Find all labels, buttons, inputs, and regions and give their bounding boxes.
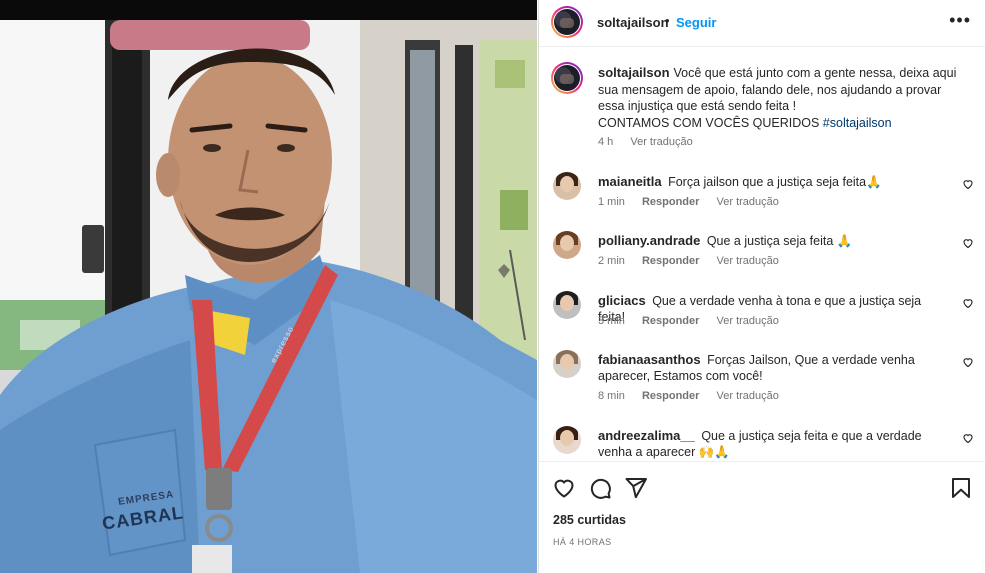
comment-username[interactable]: fabianaasanthos <box>598 352 701 367</box>
comment-icon[interactable] <box>588 476 612 500</box>
reply-button[interactable]: Responder <box>642 255 699 267</box>
separator-dot: • <box>665 13 670 28</box>
translate-link[interactable]: Ver tradução <box>717 196 779 208</box>
comment-time: 8 min <box>598 390 625 402</box>
caption-avatar[interactable] <box>551 62 583 94</box>
comment-text: Que a justiça seja feita 🙏 <box>706 234 853 248</box>
caption-time: 4 h <box>598 136 614 148</box>
like-heart-icon[interactable] <box>552 476 576 500</box>
caption-username[interactable]: soltajailson <box>598 65 670 80</box>
comment-meta: 1 min Responder Ver tradução <box>598 196 793 208</box>
commenter-avatar[interactable] <box>553 291 581 319</box>
comment-body: fabianaasanthos Forças Jailson, Que a ve… <box>598 352 950 384</box>
share-icon[interactable] <box>624 476 648 500</box>
comment-meta: 8 min Responder Ver tradução <box>598 390 793 402</box>
comment-username[interactable]: andreezalima__ <box>598 428 695 443</box>
post-header: soltajailson • Seguir ••• <box>539 0 985 47</box>
commenter-avatar[interactable] <box>553 350 581 378</box>
reply-button[interactable]: Responder <box>642 390 699 402</box>
comment-username[interactable]: maianeitla <box>598 174 662 189</box>
comment-text: Força jailson que a justiça seja feita🙏 <box>668 175 882 189</box>
heart-icon[interactable] <box>962 432 974 444</box>
post-actions: 285 curtidas HÁ 4 HORAS <box>539 461 985 573</box>
caption-meta: 4 h Ver tradução <box>598 136 707 148</box>
header-username[interactable]: soltajailson <box>597 15 669 30</box>
hashtag-link[interactable]: #soltajailson <box>823 116 892 130</box>
caption-translate-link[interactable]: Ver tradução <box>630 136 692 148</box>
reply-button[interactable]: Responder <box>642 196 699 208</box>
comment-body: andreezalima__ Que a justiça seja feita … <box>598 428 950 460</box>
likes-count[interactable]: 285 curtidas <box>553 513 626 527</box>
heart-icon[interactable] <box>962 297 974 309</box>
heart-icon[interactable] <box>962 356 974 368</box>
more-options-icon[interactable]: ••• <box>949 10 971 31</box>
commenter-avatar[interactable] <box>553 231 581 259</box>
comment-time: 3 min <box>598 315 625 327</box>
comment-time: 1 min <box>598 196 625 208</box>
instagram-post-window: EMPRESA CABRAL expresso soltajailson • S… <box>0 0 985 573</box>
reply-button[interactable]: Responder <box>642 315 699 327</box>
translate-link[interactable]: Ver tradução <box>717 315 779 327</box>
comment-meta: 2 min Responder Ver tradução <box>598 255 793 267</box>
commenter-avatar[interactable] <box>553 426 581 454</box>
comment-time: 2 min <box>598 255 625 267</box>
comment-username[interactable]: polliany.andrade <box>598 233 700 248</box>
comment-meta: 3 min Responder Ver tradução <box>598 315 793 327</box>
heart-icon[interactable] <box>962 237 974 249</box>
post-caption: soltajailson Você que está junto com a ge… <box>598 65 958 131</box>
profile-avatar[interactable] <box>551 6 583 38</box>
comments-list[interactable]: soltajailson Você que está junto com a ge… <box>539 48 985 461</box>
post-photo[interactable]: EMPRESA CABRAL expresso <box>0 0 537 573</box>
comment-username[interactable]: gliciacs <box>598 293 646 308</box>
translate-link[interactable]: Ver tradução <box>717 390 779 402</box>
post-sidebar: soltajailson • Seguir ••• soltajailson Vo… <box>538 0 985 573</box>
commenter-avatar[interactable] <box>553 172 581 200</box>
photo-illustration <box>0 0 537 573</box>
comment-body: maianeitla Força jailson que a justiça s… <box>598 174 950 190</box>
follow-button[interactable]: Seguir <box>676 15 716 30</box>
translate-link[interactable]: Ver tradução <box>717 255 779 267</box>
post-timestamp: HÁ 4 HORAS <box>553 537 612 547</box>
comment-body: polliany.andrade Que a justiça seja feit… <box>598 233 950 249</box>
heart-icon[interactable] <box>962 178 974 190</box>
bookmark-icon[interactable] <box>949 476 973 500</box>
caption-text-2: CONTAMOS COM VOCÊS QUERIDOS <box>598 115 823 130</box>
